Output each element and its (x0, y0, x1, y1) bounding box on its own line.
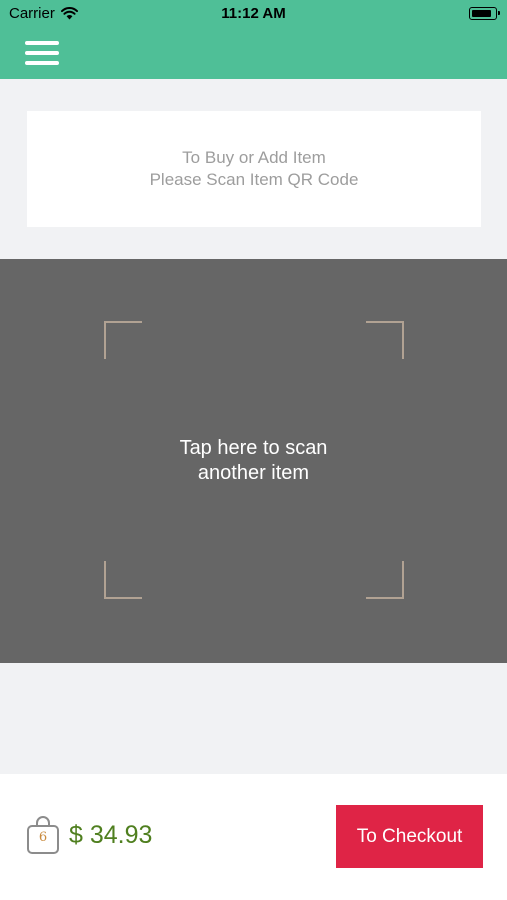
menu-line (25, 41, 59, 45)
cart-total: $ 34.93 (69, 821, 153, 849)
bottom-bar: 6 $ 34.93 To Checkout (0, 774, 507, 900)
shopping-bag-icon[interactable]: 6 (26, 816, 60, 854)
qr-scanner-area[interactable]: Tap here to scan another item (0, 259, 507, 663)
scan-prompt-line-1: Tap here to scan (179, 437, 328, 459)
scan-frame-corner-bottom-left (104, 561, 142, 599)
status-bar: Carrier 11:12 AM (0, 0, 507, 28)
scan-frame-corner-top-left (104, 321, 142, 359)
checkout-button[interactable]: To Checkout (336, 805, 483, 868)
hamburger-menu-icon[interactable] (25, 40, 59, 66)
instruction-line-1: To Buy or Add Item (182, 148, 326, 167)
status-time: 11:12 AM (221, 5, 286, 22)
instruction-card: To Buy or Add Item Please Scan Item QR C… (27, 111, 481, 227)
menu-line (25, 51, 59, 55)
scan-frame-corner-top-right (366, 321, 404, 359)
instruction-line-2: Please Scan Item QR Code (149, 170, 359, 189)
cart-count-badge: 6 (38, 830, 48, 845)
menu-line (25, 61, 59, 65)
scan-prompt: Tap here to scan another item (0, 436, 507, 486)
nav-bar (0, 28, 507, 79)
scan-prompt-line-2: another item (197, 462, 310, 484)
scan-frame-corner-bottom-right (366, 561, 404, 599)
battery-icon (469, 7, 500, 20)
